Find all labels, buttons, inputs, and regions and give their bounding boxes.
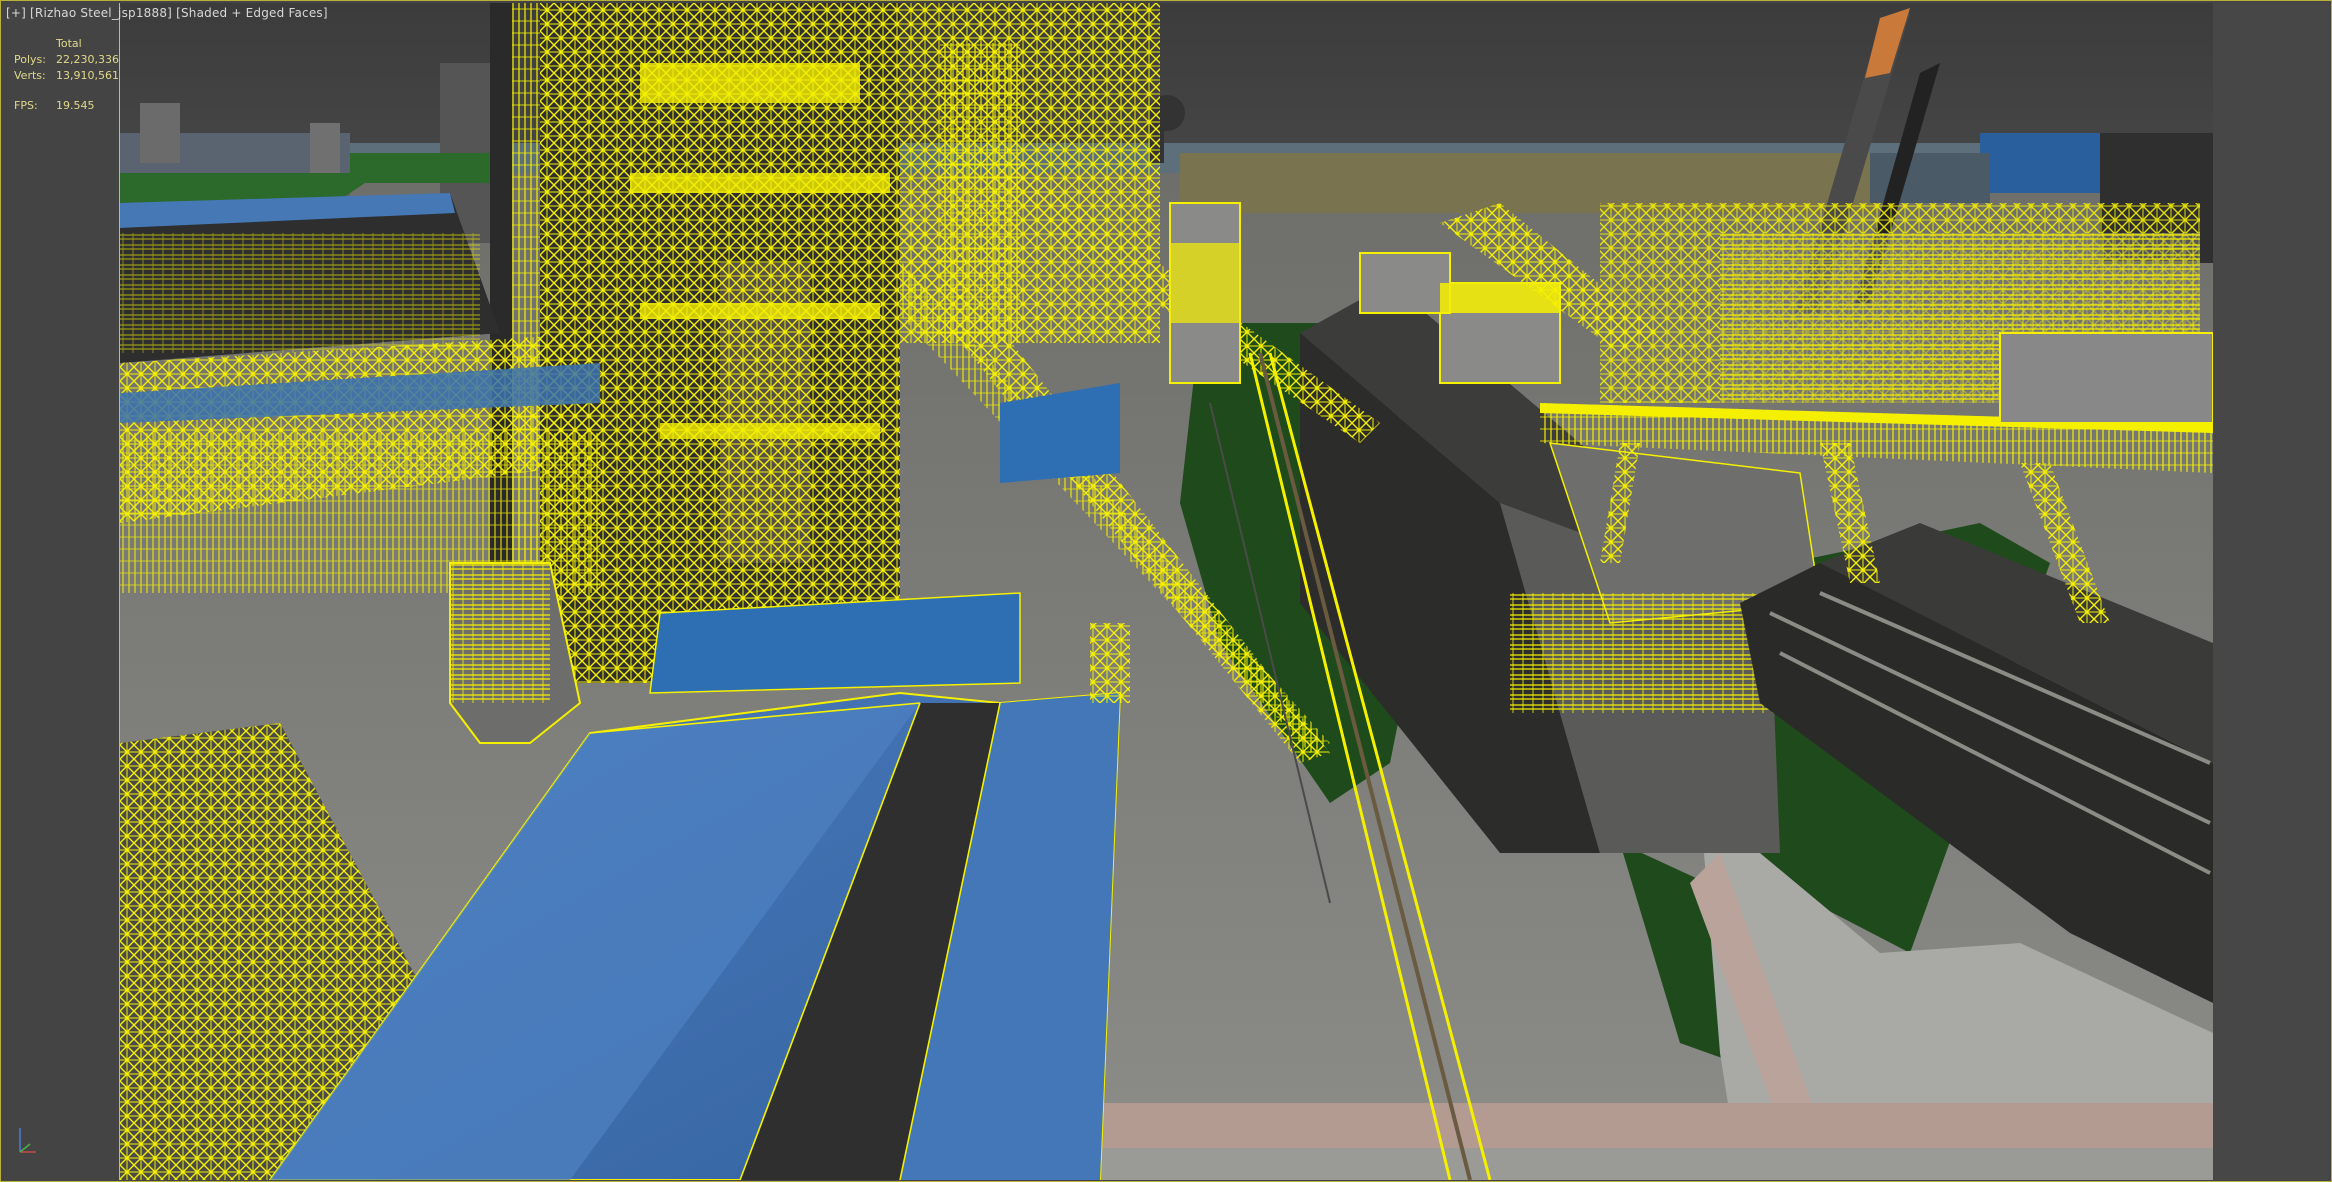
- polys-label: Polys:: [14, 53, 46, 66]
- right-side-strip: [2213, 3, 2329, 1180]
- 3d-viewport-scene[interactable]: [119, 3, 2214, 1180]
- verts-label: Verts:: [14, 69, 46, 82]
- scene-render: [120, 3, 2213, 1180]
- wire-buildings-right: [1600, 203, 2213, 424]
- verts-value: 13,910,561: [56, 69, 119, 82]
- fps-value: 19.545: [56, 99, 95, 112]
- fps-label: FPS:: [14, 99, 38, 112]
- stats-header: Total: [56, 37, 82, 50]
- viewport-shading-button[interactable]: [Shaded + Edged Faces]: [176, 6, 328, 20]
- viewport-camera-button[interactable]: [Rizhao Steel_jsp1888]: [30, 6, 172, 20]
- statistics-overlay: Total Polys: 22,230,336 Verts: 13,910,56…: [14, 36, 119, 114]
- polys-value: 22,230,336: [56, 53, 119, 66]
- axis-tripod-icon: [14, 1122, 40, 1158]
- viewport-label: [+] [Rizhao Steel_jsp1888] [Shaded + Edg…: [6, 6, 328, 20]
- viewport-menu-button[interactable]: [+]: [6, 6, 26, 20]
